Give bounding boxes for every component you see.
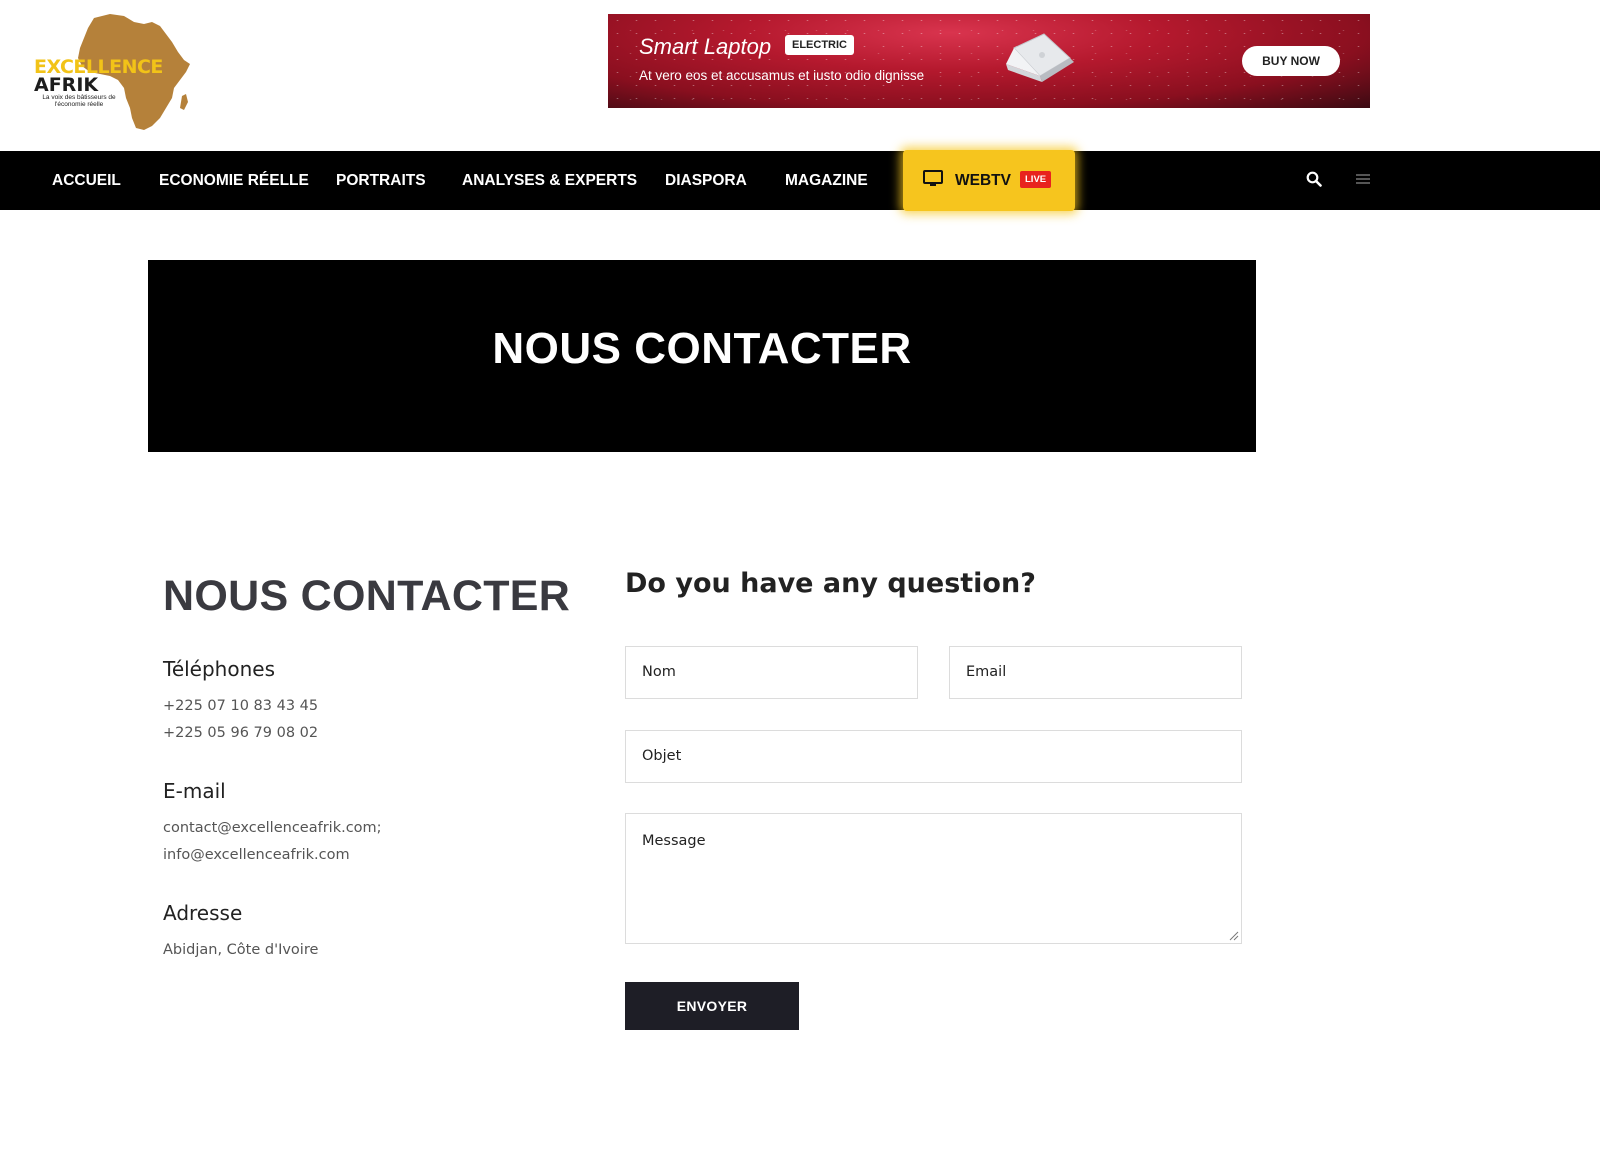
address-title: Adresse — [163, 901, 243, 925]
subject-placeholder: Objet — [642, 748, 682, 764]
webtv-label: WEBTV — [955, 172, 1011, 189]
message-textarea[interactable]: Message — [625, 813, 1242, 944]
phone-number[interactable]: +225 07 10 83 43 45 — [163, 698, 318, 714]
email-input[interactable]: Email — [949, 646, 1242, 699]
nav-item-webtv[interactable]: WEBTV LIVE — [903, 150, 1075, 211]
form-title: Do you have any question? — [625, 568, 1036, 599]
email-placeholder: Email — [966, 664, 1007, 680]
buy-now-button[interactable]: BUY NOW — [1242, 46, 1340, 76]
laptop-icon — [1006, 33, 1074, 82]
name-placeholder: Nom — [642, 664, 676, 680]
page-hero: NOUS CONTACTER — [148, 260, 1256, 452]
nav-item-portraits[interactable]: PORTRAITS — [336, 151, 426, 210]
banner-ad[interactable]: Smart Laptop ELECTRIC At vero eos et acc… — [608, 14, 1370, 108]
nav-item-magazine[interactable]: MAGAZINE — [785, 151, 868, 210]
nav-item-diaspora[interactable]: DIASPORA — [665, 151, 747, 210]
subject-input[interactable]: Objet — [625, 730, 1242, 783]
nav-item-accueil[interactable]: ACCUEIL — [52, 151, 121, 210]
main-nav: ACCUEIL ECONOMIE RÉELLE PORTRAITS ANALYS… — [0, 150, 1600, 211]
tv-icon — [923, 170, 943, 186]
name-input[interactable]: Nom — [625, 646, 918, 699]
logo-tagline: La voix des bâtisseurs de l'économie rée… — [42, 94, 116, 108]
ad-title: Smart Laptop — [639, 34, 772, 59]
email-address[interactable]: contact@excellenceafrik.com; — [163, 820, 382, 836]
ad-subtitle: At vero eos et accusamus et iusto odio d… — [639, 68, 925, 83]
menu-icon[interactable] — [1356, 173, 1370, 185]
contact-heading: NOUS CONTACTER — [163, 572, 571, 620]
email-title: E-mail — [163, 779, 226, 803]
ad-badge: ELECTRIC — [785, 35, 854, 55]
live-badge: LIVE — [1020, 171, 1052, 188]
phone-number[interactable]: +225 05 96 79 08 02 — [163, 725, 318, 741]
email-address[interactable]: info@excellenceafrik.com — [163, 847, 350, 863]
nav-item-analyses-experts[interactable]: ANALYSES & EXPERTS — [462, 151, 637, 210]
search-icon[interactable] — [1306, 171, 1322, 187]
logo-word-afrik: AFRIK — [34, 74, 99, 96]
page-title: NOUS CONTACTER — [492, 324, 912, 373]
phones-title: Téléphones — [163, 657, 275, 681]
nav-item-economie-reelle[interactable]: ECONOMIE RÉELLE — [159, 151, 309, 210]
resize-handle-icon[interactable] — [1229, 931, 1239, 941]
site-logo[interactable]: EXCELLENCE AFRIK La voix des bâtisseurs … — [32, 12, 192, 134]
address-text: Abidjan, Côte d'Ivoire — [163, 942, 319, 958]
message-placeholder: Message — [642, 833, 706, 849]
submit-button[interactable]: ENVOYER — [625, 982, 799, 1030]
